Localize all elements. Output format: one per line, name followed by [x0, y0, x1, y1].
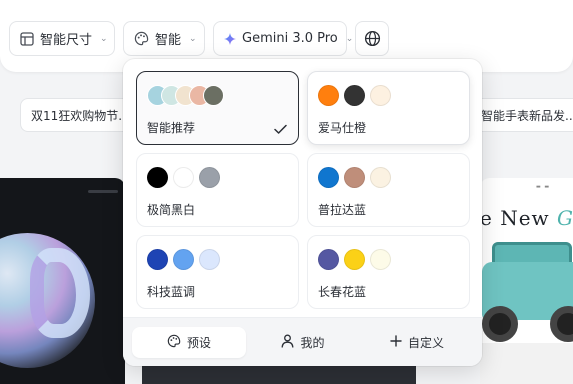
abstract-3d-ring [30, 248, 90, 338]
car-ground [480, 343, 573, 384]
color-swatch [147, 249, 168, 270]
color-swatch [370, 85, 391, 106]
palette-icon [134, 31, 149, 46]
theme-name: 极简黑白 [147, 203, 196, 217]
theme-name: 普拉达蓝 [318, 203, 367, 217]
model-dropdown-label: Gemini 3.0 Pro [242, 31, 338, 46]
theme-card-periwinkle-blue[interactable]: 长春花蓝 [307, 235, 470, 309]
color-swatch [370, 249, 391, 270]
popover-tab-bar: 预设 我的 自定义 [123, 317, 482, 366]
prompt-chip-label: 双11狂欢购物节... [31, 108, 130, 123]
color-swatch [199, 167, 220, 188]
tab-custom-label: 自定义 [407, 336, 444, 350]
color-swatches [318, 85, 396, 106]
color-swatch [203, 85, 224, 106]
tab-preset[interactable]: 预设 [132, 327, 246, 358]
layout-icon [20, 31, 34, 46]
color-swatch [344, 249, 365, 270]
model-dropdown-button[interactable]: Gemini 3.0 Pro ⌄ [213, 21, 353, 56]
size-dropdown-label: 智能尺寸 [40, 33, 93, 48]
color-swatch [344, 167, 365, 188]
theme-name: 爱马仕橙 [318, 121, 367, 135]
template-preview-dark[interactable] [0, 178, 125, 384]
tab-preset-label: 预设 [186, 336, 211, 350]
theme-card-smart-recommend[interactable]: 智能推荐 [136, 71, 299, 145]
tab-mine[interactable]: 我的 [246, 327, 360, 358]
ad-headline: e New G [480, 206, 573, 230]
theme-card-hermes-orange[interactable]: 爱马仕橙 [307, 71, 470, 145]
chevron-down-icon: ⌄ [189, 33, 197, 44]
plus-icon [390, 335, 402, 350]
theme-name: 长春花蓝 [318, 285, 367, 299]
tab-custom[interactable]: 自定义 [360, 327, 474, 358]
color-swatches [147, 249, 225, 270]
color-swatches [318, 249, 396, 270]
color-swatches [147, 85, 224, 106]
globe-icon [364, 30, 381, 47]
palette-dropdown-button[interactable]: 智能 ⌄ [123, 21, 205, 56]
theme-name: 科技蓝调 [147, 285, 196, 299]
theme-name: 智能推荐 [147, 121, 196, 135]
color-swatch [147, 167, 168, 188]
prompt-chip-label: 智能手表新品发... [481, 108, 573, 123]
color-theme-popover: 智能推荐 爱马仕橙 极简黑白 普拉达蓝 科技蓝调 长春花蓝 预设 我的 自定义 [123, 59, 482, 366]
sparkle-icon [224, 32, 236, 45]
color-swatch [318, 249, 339, 270]
size-dropdown-button[interactable]: 智能尺寸 ⌄ [9, 21, 115, 56]
palette-dropdown-label: 智能 [155, 33, 182, 48]
color-swatch [344, 85, 365, 106]
nav-bar-decoration [88, 190, 118, 193]
chevron-down-icon: ⌄ [100, 33, 108, 44]
color-swatch [370, 167, 391, 188]
color-swatch [199, 249, 220, 270]
user-icon [281, 334, 294, 351]
color-swatch [318, 85, 339, 106]
theme-card-prada-blue[interactable]: 普拉达蓝 [307, 153, 470, 227]
check-icon [274, 120, 287, 139]
template-preview-car-ad[interactable]: ▬ ▬ e New G [480, 178, 573, 384]
color-swatches [147, 167, 225, 188]
theme-card-tech-blue[interactable]: 科技蓝调 [136, 235, 299, 309]
color-swatches [318, 167, 396, 188]
color-swatch [173, 249, 194, 270]
language-button[interactable] [355, 21, 389, 56]
tab-mine-label: 我的 [300, 336, 325, 350]
color-swatch [318, 167, 339, 188]
chevron-down-icon: ⌄ [345, 33, 354, 44]
prompt-chip[interactable]: 智能手表新品发... [470, 98, 573, 132]
palette-icon [167, 334, 181, 351]
car-wheel [550, 306, 573, 342]
car-wheel [482, 306, 518, 342]
theme-card-minimal-bw[interactable]: 极简黑白 [136, 153, 299, 227]
prompt-chip[interactable]: 双11狂欢购物节... [20, 98, 140, 132]
color-swatch [173, 167, 194, 188]
nav-bar-decoration: ▬ ▬ [536, 184, 551, 190]
